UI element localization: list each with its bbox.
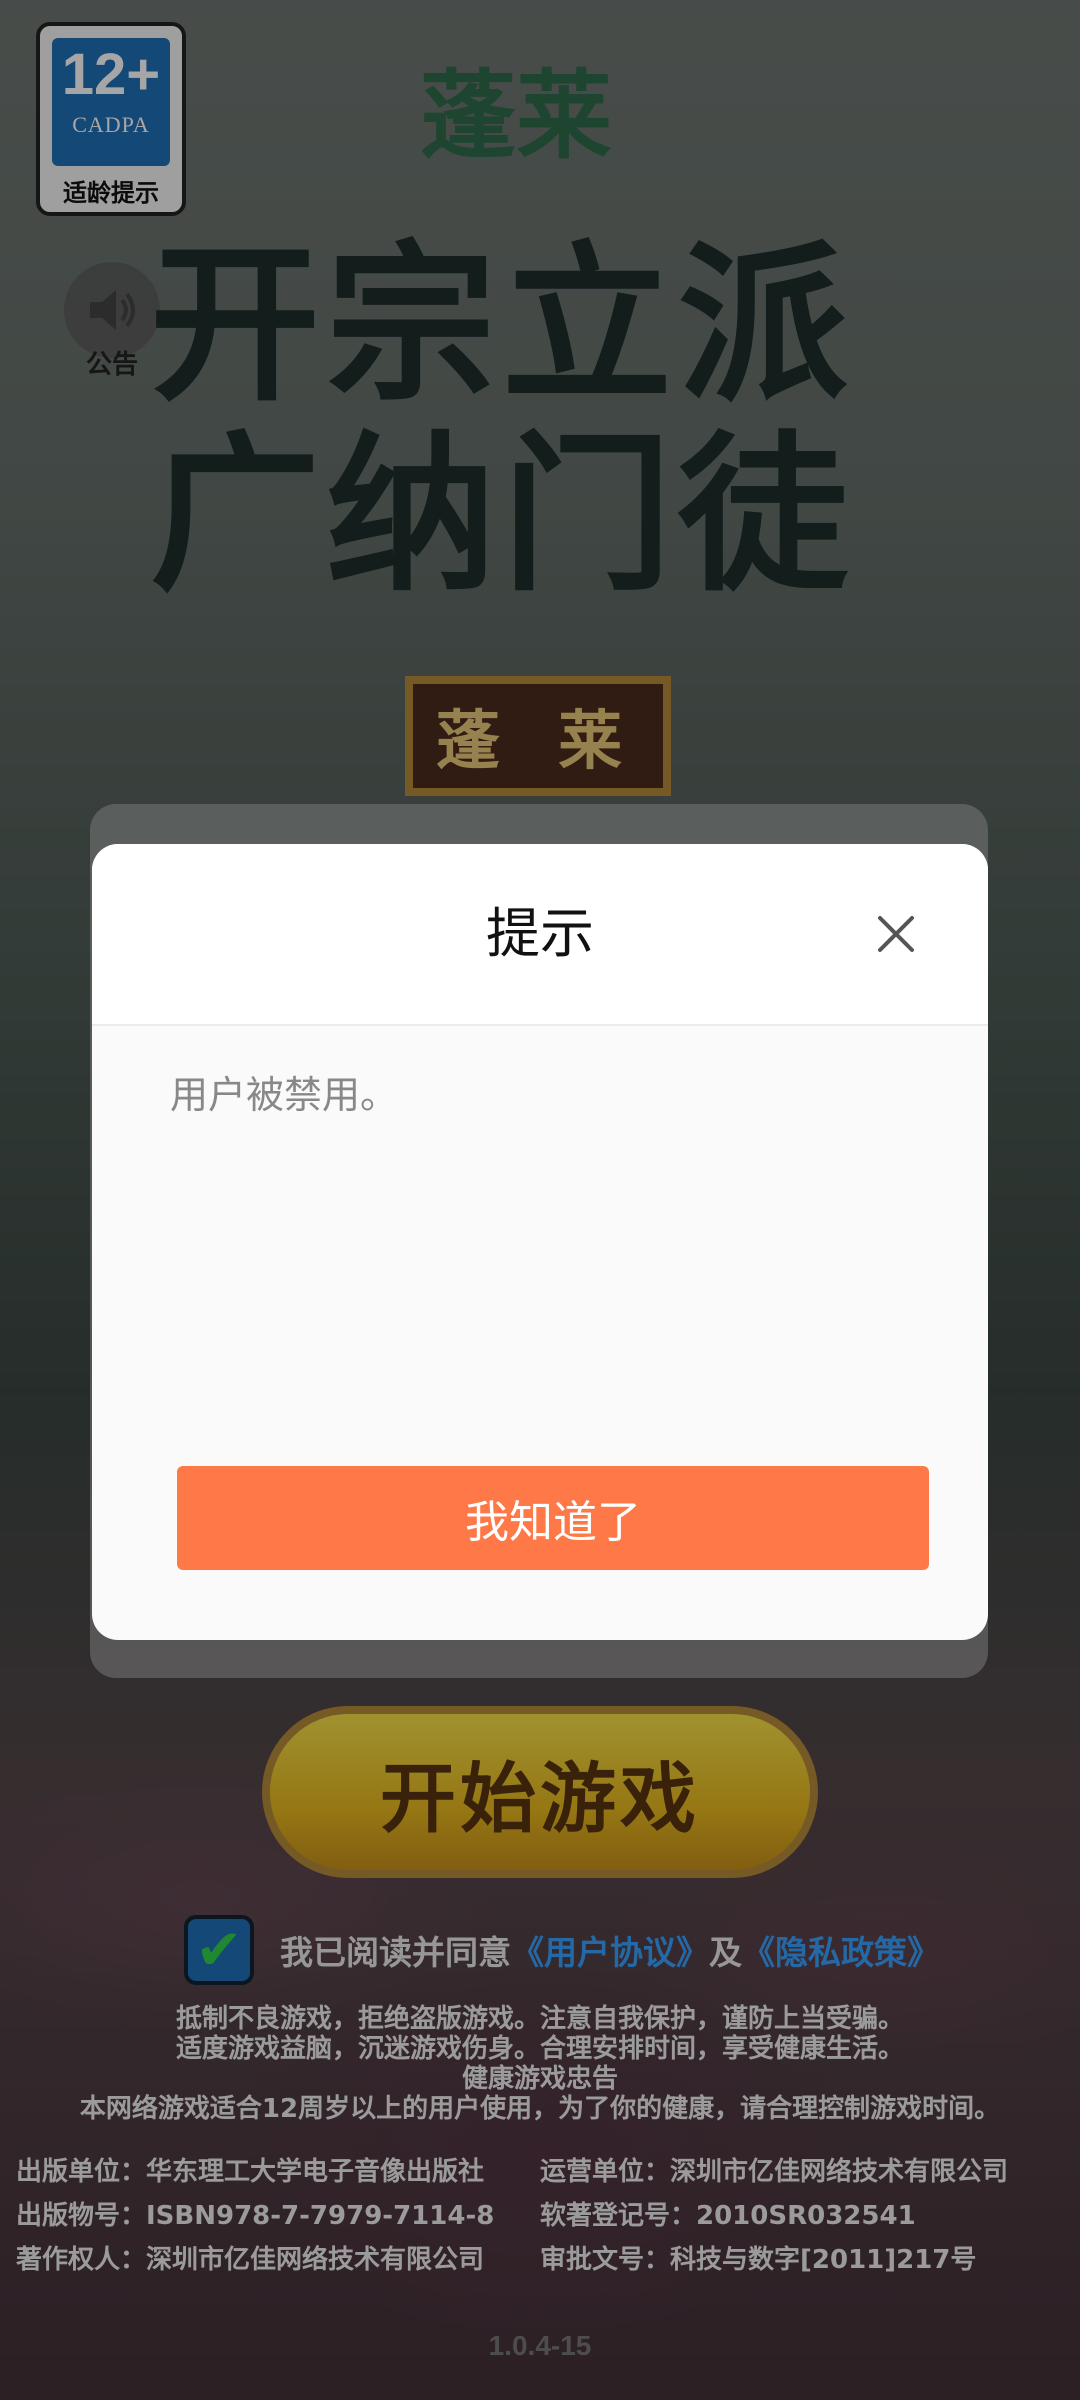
close-icon <box>878 916 914 952</box>
acknowledge-button[interactable]: 我知道了 <box>177 1466 929 1570</box>
alert-dialog: 提示 用户被禁用。 我知道了 <box>92 844 988 1640</box>
dialog-message: 用户被禁用。 <box>170 1073 399 1117</box>
dialog-header: 提示 <box>92 844 988 1026</box>
close-button[interactable] <box>868 906 924 962</box>
dialog-title: 提示 <box>486 902 594 965</box>
